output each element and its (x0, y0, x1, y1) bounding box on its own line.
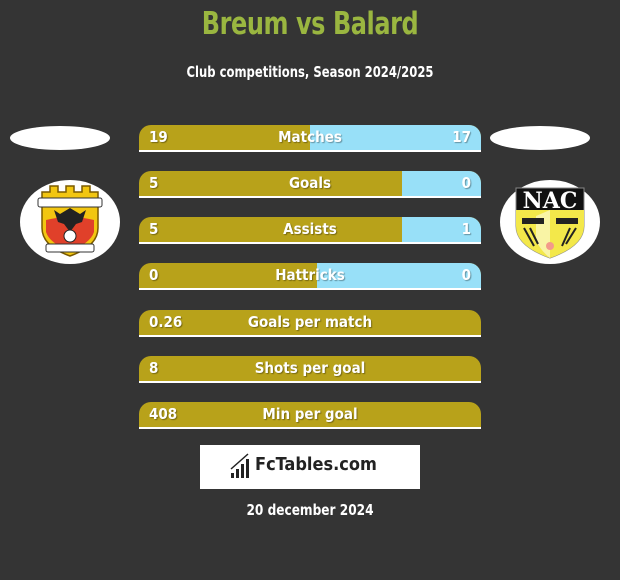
left-team-logo[interactable] (20, 180, 120, 264)
left-value: 0 (149, 266, 159, 284)
stat-label: Assists (283, 220, 337, 238)
stat-label: Shots per goal (254, 359, 366, 377)
svg-text:NAC: NAC (523, 188, 578, 214)
stat-label: Goals per match (247, 313, 373, 331)
left-value: 5 (149, 174, 159, 192)
left-value: 19 (149, 128, 168, 146)
right-value: 0 (461, 266, 471, 284)
stat-row-min-per-goal: Min per goal 408 (139, 402, 481, 429)
right-team-logo[interactable]: NAC (500, 180, 600, 264)
left-value: 8 (149, 359, 159, 377)
right-value: 0 (461, 174, 471, 192)
report-date: 20 december 2024 (246, 501, 374, 519)
fctables-brand-banner[interactable]: FcTables.com (200, 445, 420, 489)
right-value: 17 (452, 128, 471, 146)
nac-breda-crest-icon: NAC (515, 187, 585, 259)
stat-row-goals-per-match: Goals per match 0.26 (139, 310, 481, 337)
page-title: Breum vs Balard (201, 6, 419, 42)
left-player-placeholder (10, 126, 110, 150)
go-ahead-eagles-crest-icon (37, 185, 103, 257)
stat-label: Goals (288, 174, 332, 192)
brand-name: FcTables.com (255, 454, 377, 475)
stat-row-hattricks: Hattricks 0 0 (139, 263, 481, 290)
stat-row-matches: Matches 19 17 (139, 125, 481, 152)
stat-row-shots-per-goal: Shots per goal 8 (139, 356, 481, 383)
left-value: 5 (149, 220, 159, 238)
bar-chart-icon (230, 453, 249, 478)
stat-label: Min per goal (262, 405, 358, 423)
stat-row-assists: Assists 5 1 (139, 217, 481, 244)
stat-row-goals: Goals 5 0 (139, 171, 481, 198)
stat-label: Matches (278, 128, 342, 146)
left-value: 408 (149, 405, 178, 423)
stat-label: Hattricks (275, 266, 345, 284)
competition-subtitle: Club competitions, Season 2024/2025 (186, 63, 434, 81)
left-value: 0.26 (149, 313, 183, 331)
right-player-placeholder (490, 126, 590, 150)
right-value: 1 (461, 220, 471, 238)
